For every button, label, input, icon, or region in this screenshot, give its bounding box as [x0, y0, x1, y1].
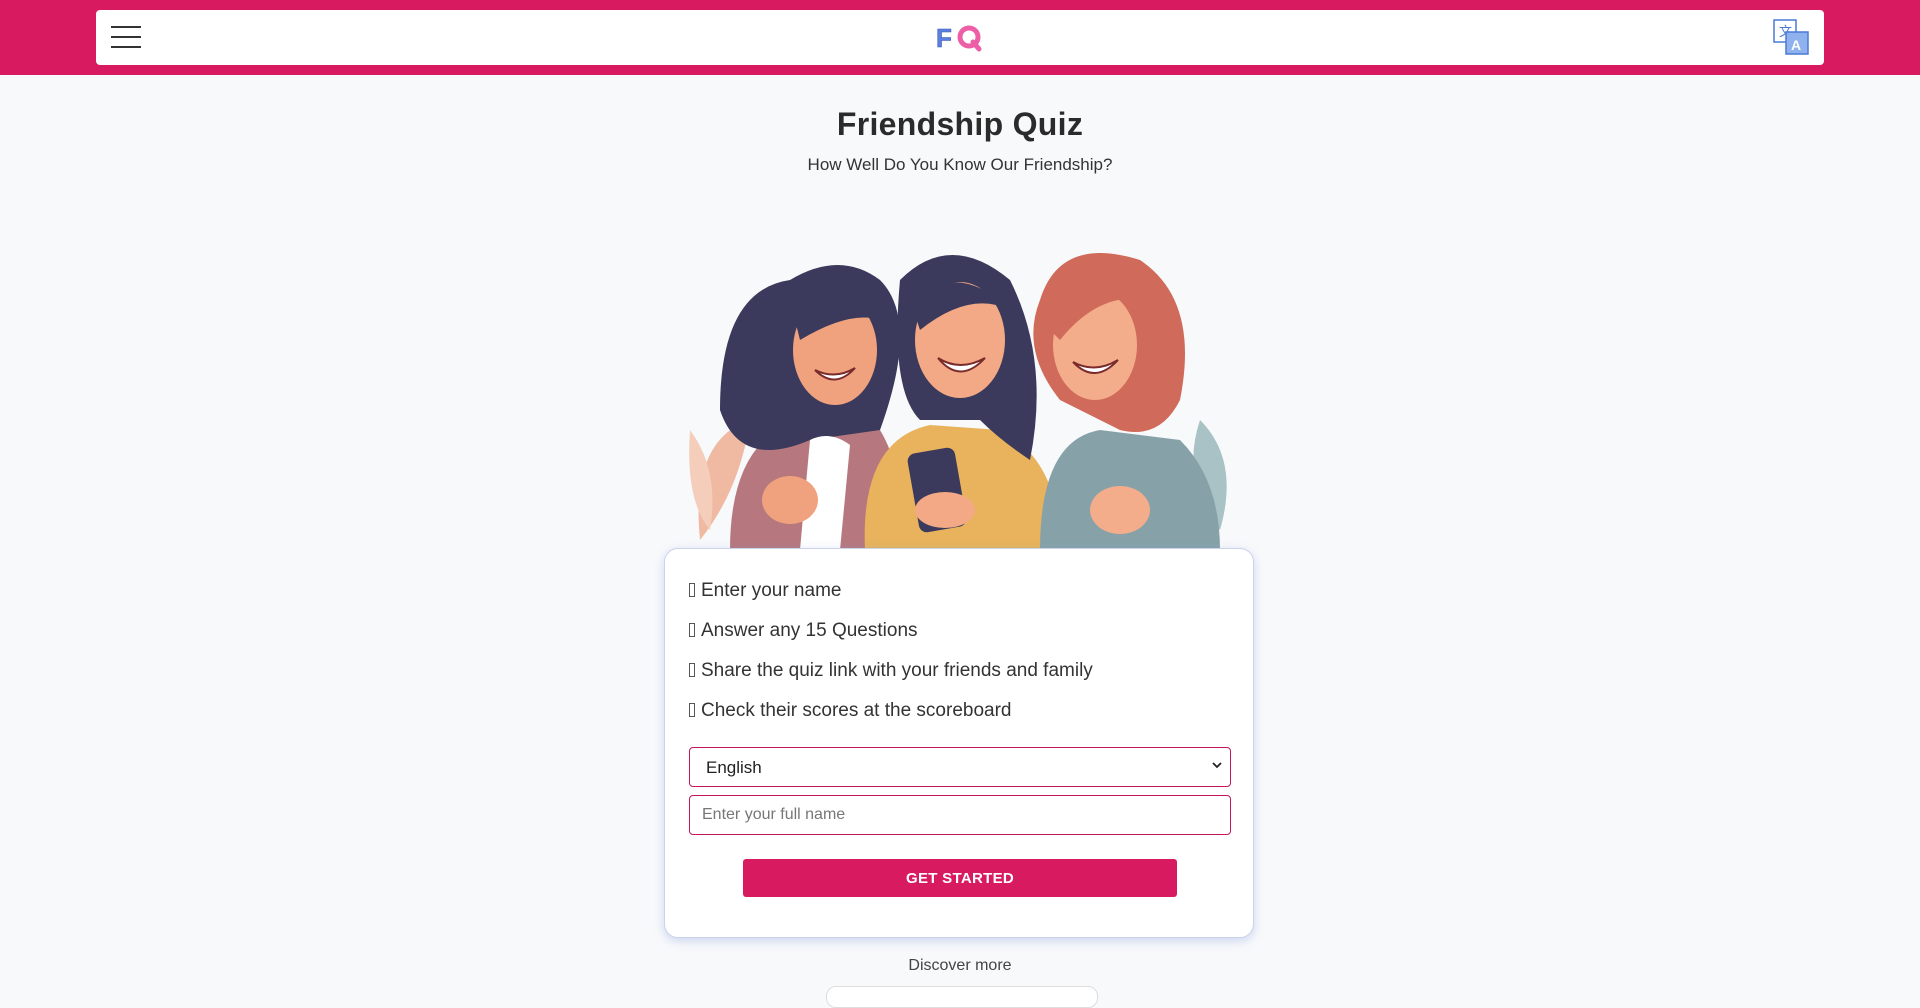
bullet-icon	[689, 583, 695, 597]
svg-text:A: A	[1791, 37, 1801, 53]
page-subtitle: How Well Do You Know Our Friendship?	[807, 155, 1113, 174]
fq-logo[interactable]: F FQ	[935, 22, 985, 52]
step-text: Answer any 15 Questions	[701, 620, 918, 641]
top-bar: F FQ 文 A	[0, 0, 1920, 75]
step-item: Answer any 15 Questions	[689, 619, 1093, 659]
step-item: Check their scores at the scoreboard	[689, 699, 1093, 739]
hamburger-menu-icon[interactable]	[111, 24, 141, 50]
chevron-down-icon	[1212, 762, 1222, 769]
page-title: Friendship Quiz	[836, 106, 1084, 142]
quiz-start-card: Enter your name Answer any 15 Questions …	[664, 548, 1254, 938]
discover-more-box[interactable]	[826, 986, 1098, 1008]
svg-text:F: F	[936, 23, 952, 52]
language-select[interactable]: English	[689, 747, 1231, 787]
bullet-icon	[689, 703, 695, 717]
step-item: Enter your name	[689, 579, 1093, 619]
language-select-value: English	[706, 758, 762, 777]
step-text: Enter your name	[701, 580, 842, 601]
step-text: Share the quiz link with your friends an…	[701, 660, 1093, 681]
bullet-icon	[689, 623, 695, 637]
step-item: Share the quiz link with your friends an…	[689, 659, 1093, 699]
discover-more-label: Discover more	[908, 957, 1012, 974]
translate-icon[interactable]: 文 A	[1773, 19, 1809, 55]
full-name-input[interactable]	[689, 795, 1231, 835]
get-started-button[interactable]: GET STARTED	[743, 859, 1177, 897]
bullet-icon	[689, 663, 695, 677]
logo-text: FQ	[935, 22, 937, 23]
navbar: F FQ 文 A	[96, 10, 1824, 65]
friends-illustration	[689, 253, 1227, 550]
steps-list: Enter your name Answer any 15 Questions …	[689, 579, 1093, 739]
step-text: Check their scores at the scoreboard	[701, 700, 1012, 721]
